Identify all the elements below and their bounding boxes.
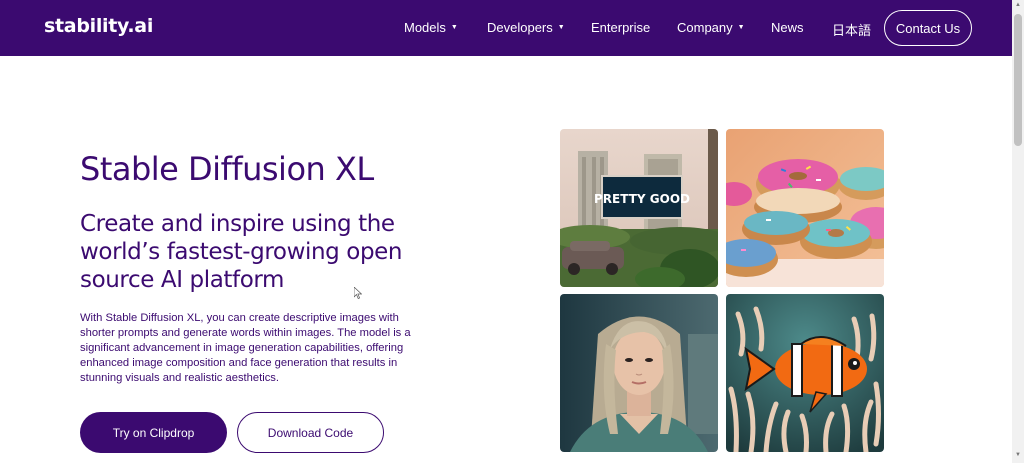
billboard-text: PRETTY GOOD: [594, 192, 690, 206]
gallery-image-portrait: [560, 294, 718, 452]
scroll-down-arrow-icon[interactable]: ▼: [1015, 452, 1021, 458]
nav-item-label: News: [771, 20, 804, 35]
nav-item-label: Company: [677, 20, 733, 35]
nav-item-company[interactable]: Company ▼: [677, 20, 745, 35]
page-scrollbar[interactable]: ▲ ▼: [1012, 0, 1024, 463]
gallery-image-clownfish: [726, 294, 884, 452]
nav-item-label: Developers: [487, 20, 553, 35]
nav-item-developers[interactable]: Developers ▼: [487, 20, 565, 35]
scroll-up-arrow-icon[interactable]: ▲: [1015, 2, 1021, 8]
nav-item-label: 日本語: [832, 23, 872, 38]
main-menu: Models ▼ Developers ▼ Enterprise Company…: [0, 0, 1012, 56]
nav-item-models[interactable]: Models ▼: [404, 20, 458, 35]
download-code-button[interactable]: Download Code: [237, 412, 384, 453]
hero-description: With Stable Diffusion XL, you can create…: [80, 312, 411, 384]
gallery-image-donuts: [726, 129, 884, 287]
caret-down-icon: ▼: [450, 24, 458, 31]
contact-us-button[interactable]: Contact Us: [884, 10, 972, 46]
hero-subtitle: Create and inspire using the world’s fas…: [80, 211, 403, 293]
try-on-clipdrop-button[interactable]: Try on Clipdrop: [80, 412, 227, 453]
mouse-cursor-icon: [354, 287, 362, 299]
nav-item-japanese[interactable]: 日本語: [832, 20, 871, 39]
top-navbar: stability.ai Models ▼ Developers ▼ Enter…: [0, 0, 1012, 56]
scroll-thumb[interactable]: [1014, 14, 1022, 146]
caret-down-icon: ▼: [557, 24, 565, 31]
nav-item-enterprise[interactable]: Enterprise: [591, 20, 650, 35]
nav-item-news[interactable]: News: [771, 20, 804, 35]
caret-down-icon: ▼: [737, 24, 745, 31]
page-title: Stable Diffusion XL: [80, 150, 374, 188]
nav-item-label: Models: [404, 20, 446, 35]
gallery-image-billboard: PRETTY GOOD: [560, 129, 718, 287]
nav-item-label: Enterprise: [591, 20, 651, 35]
